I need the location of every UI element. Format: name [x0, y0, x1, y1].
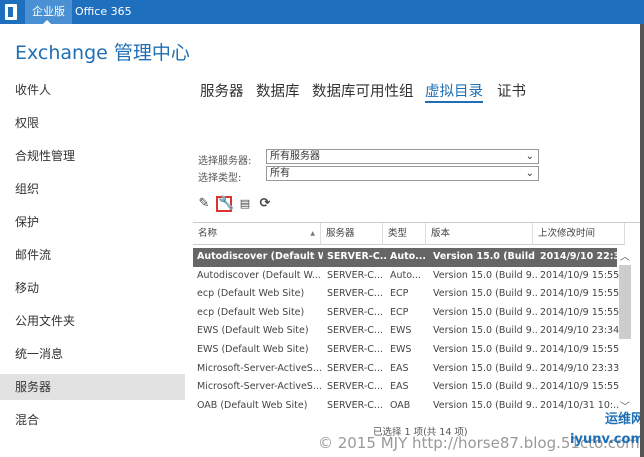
table-cell: 2014/9/10 23:34: [540, 325, 620, 337]
sidebar-item[interactable]: 邮件流: [0, 242, 185, 268]
table-cell: EWS: [390, 344, 412, 355]
table-cell: EWS (Default Web Site): [197, 344, 309, 355]
chevron-down-icon: ⌄: [525, 151, 534, 162]
type-select[interactable]: 所有 ⌄: [266, 166, 539, 181]
table-cell: OAB (Default Web Site): [197, 399, 308, 411]
table-cell: SERVER-C...: [327, 251, 387, 262]
type-select-value: 所有: [270, 168, 290, 179]
table-row[interactable]: EWS (Default Web Site) SERVER-C... EWS Vers…: [193, 322, 620, 341]
table-cell: 2014/10/9 15:55: [540, 344, 620, 355]
table-cell: 2014/10/9 15:55: [540, 381, 620, 393]
sidebar-item[interactable]: 统一消息: [0, 341, 185, 367]
table-cell: ecp (Default Web Site): [197, 288, 305, 300]
table-row[interactable]: Microsoft-Server-ActiveS... SERVER-C... EA…: [193, 378, 620, 397]
table-cell: Version 15.0 (Build 9...: [433, 325, 537, 337]
table-cell: Version 15.0 (Build 9...: [433, 269, 537, 281]
table-cell: SERVER-C...: [327, 399, 383, 411]
page-title: Exchange 管理中心: [15, 42, 190, 64]
reset-icon[interactable]: ▤: [237, 196, 253, 212]
sidebar-item[interactable]: 保护: [0, 209, 185, 235]
top-bar: 企业版 Office 365: [0, 0, 644, 24]
scrollbar[interactable]: ︿ ﹀: [618, 248, 632, 418]
table-cell: Auto...: [390, 251, 427, 262]
wrench-icon[interactable]: 🔧: [216, 196, 234, 212]
table-cell: Version 15.0 (Build 9...: [433, 399, 537, 411]
table-cell: EAS: [390, 381, 409, 393]
table-cell: Autodiscover (Default W...: [197, 269, 321, 281]
scroll-up-icon[interactable]: ︿: [620, 248, 630, 263]
table-cell: SERVER-C...: [327, 306, 383, 318]
type-label: 选择类型:: [198, 173, 242, 184]
table-cell: OAB: [390, 399, 411, 411]
sidebar-item[interactable]: 服务器: [0, 374, 185, 400]
table-cell: 2014/9/10 22:34: [540, 251, 620, 262]
table-cell: Version 15.0 (Build 9...: [433, 381, 537, 393]
scrollbar-thumb[interactable]: [619, 265, 631, 339]
sort-asc-icon: ▲: [310, 230, 315, 237]
table-cell: Auto...: [390, 269, 421, 281]
table-row[interactable]: Microsoft-Server-ActiveS... SERVER-C... EA…: [193, 360, 620, 379]
table-cell: EWS (Default Web Site): [197, 325, 309, 337]
iyunv-logo: 运维网 iyunv.com: [570, 412, 644, 447]
tab[interactable]: 服务器: [200, 80, 244, 101]
table-cell: SERVER-C...: [327, 344, 383, 355]
column-header[interactable]: 上次修改时间: [533, 223, 625, 245]
sidebar-item[interactable]: 混合: [0, 407, 185, 433]
tab[interactable]: 虚拟目录: [425, 80, 483, 103]
column-header[interactable]: 版本: [426, 223, 533, 245]
server-select[interactable]: 所有服务器 ⌄: [266, 149, 539, 164]
table-header: 名称 ▲ 服务器 类型 版本 上次修改时间: [193, 223, 625, 245]
table-row[interactable]: OAB (Default Web Site) SERVER-C... OAB Vers…: [193, 397, 620, 416]
tab-enterprise[interactable]: 企业版: [25, 0, 72, 24]
table-cell: 2014/10/9 15:55: [540, 306, 620, 318]
tab-office365[interactable]: Office 365: [68, 0, 139, 24]
table-cell: Version 15.0 (Build ...: [433, 251, 537, 262]
chevron-down-icon: ⌄: [525, 168, 534, 179]
tab[interactable]: 证书: [497, 80, 526, 101]
column-header[interactable]: 名称 ▲: [193, 223, 321, 245]
table-cell: Autodiscover (Default W...: [197, 251, 323, 262]
sidebar-item[interactable]: 合规性管理: [0, 143, 185, 169]
window-border: [640, 24, 644, 457]
refresh-icon[interactable]: ⟳: [257, 196, 273, 212]
table-row[interactable]: EWS (Default Web Site) SERVER-C... EWS Vers…: [193, 341, 620, 360]
table-cell: SERVER-C...: [327, 362, 383, 374]
sidebar-item[interactable]: 收件人: [0, 77, 185, 103]
table-cell: 2014/10/9 15:55: [540, 269, 620, 281]
table-cell: Microsoft-Server-ActiveS...: [197, 381, 322, 393]
pencil-icon[interactable]: ✎: [196, 196, 212, 212]
table-row[interactable]: ecp (Default Web Site) SERVER-C... ECP Vers…: [193, 285, 620, 304]
table-cell: ECP: [390, 306, 409, 318]
table-cell: Microsoft-Server-ActiveS...: [197, 362, 322, 374]
sidebar-item[interactable]: 权限: [0, 110, 185, 136]
table-cell: SERVER-C...: [327, 288, 383, 300]
column-header[interactable]: 服务器: [321, 223, 383, 245]
tab[interactable]: 数据库: [256, 80, 300, 101]
table-cell: SERVER-C...: [327, 325, 383, 337]
table-cell: ECP: [390, 288, 409, 300]
office-logo-icon[interactable]: [5, 4, 17, 20]
table-cell: 2014/9/10 23:33: [540, 362, 620, 374]
table-row[interactable]: ecp (Default Web Site) SERVER-C... ECP Vers…: [193, 304, 620, 323]
server-select-value: 所有服务器: [270, 151, 320, 162]
table-row[interactable]: Autodiscover (Default W... SERVER-C...Aut…: [193, 248, 620, 267]
table-cell: 2014/10/9 15:55: [540, 288, 620, 300]
tab[interactable]: 数据库可用性组: [312, 80, 414, 101]
table-cell: Version 15.0 (Build 9...: [433, 344, 537, 355]
table-cell: Version 15.0 (Build 9...: [433, 288, 537, 300]
sidebar-item[interactable]: 公用文件夹: [0, 308, 185, 334]
table-cell: EWS: [390, 325, 412, 337]
table-cell: ecp (Default Web Site): [197, 306, 305, 318]
virtual-directory-table: 名称 ▲ 服务器 类型 版本 上次修改时间 Autodiscover (Default W…: [193, 222, 641, 418]
table-cell: SERVER-C...: [327, 381, 383, 393]
table-cell: Version 15.0 (Build 9...: [433, 362, 537, 374]
table-cell: Version 15.0 (Build 9...: [433, 306, 537, 318]
sidebar-item[interactable]: 组织: [0, 176, 185, 202]
column-header[interactable]: 类型: [383, 223, 426, 245]
table-cell: EAS: [390, 362, 409, 374]
sidebar-item[interactable]: 移动: [0, 275, 185, 301]
server-label: 选择服务器:: [198, 156, 252, 167]
table-cell: SERVER-C...: [327, 269, 383, 281]
table-row[interactable]: Autodiscover (Default W... SERVER-C... Aut…: [193, 267, 620, 286]
